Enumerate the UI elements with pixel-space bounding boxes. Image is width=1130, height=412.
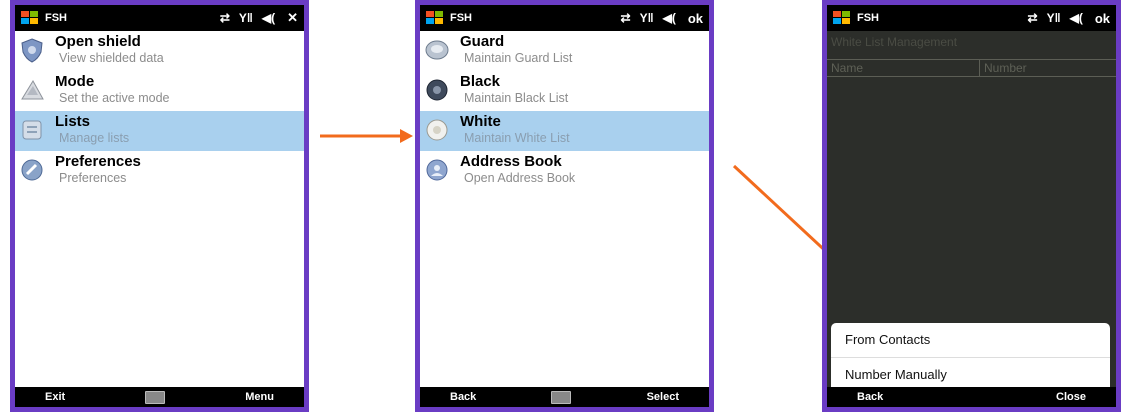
select-softkey[interactable]: Select bbox=[647, 391, 679, 403]
connectivity-icon: ⇄ bbox=[219, 11, 230, 25]
menu-item-open-shield[interactable]: Open shield View shielded data bbox=[15, 31, 304, 71]
connectivity-icon: ⇄ bbox=[1027, 11, 1038, 25]
list-item-subtitle: Maintain Black List bbox=[464, 91, 569, 105]
list-item-title: Black bbox=[460, 73, 501, 90]
list-item-white[interactable]: White Maintain White List bbox=[420, 111, 709, 151]
from-contacts-option[interactable]: From Contacts bbox=[831, 323, 1110, 357]
white-list-icon bbox=[426, 119, 448, 141]
column-header-number[interactable]: Number bbox=[980, 60, 1027, 76]
list-item-subtitle: Open Address Book bbox=[464, 171, 576, 185]
softkey-bar: Back Select bbox=[420, 387, 709, 407]
preferences-icon bbox=[21, 159, 43, 181]
phone-screen-white-list-management: FSH ⇄ Y‖ ◀( ok White List Management Nam… bbox=[822, 0, 1121, 412]
list-item-title: Address Book bbox=[460, 153, 562, 170]
lists-icon bbox=[22, 120, 42, 140]
close-button[interactable]: ✕ bbox=[287, 10, 298, 26]
volume-icon: ◀( bbox=[261, 11, 276, 25]
volume-icon: ◀( bbox=[662, 11, 676, 25]
list-item-title: White bbox=[460, 113, 501, 130]
lists-menu: Guard Maintain Guard List Black Maintain B… bbox=[420, 31, 709, 191]
windows-start-icon[interactable] bbox=[426, 11, 444, 25]
ok-button[interactable]: ok bbox=[688, 11, 703, 26]
exit-softkey[interactable]: Exit bbox=[45, 391, 65, 403]
screen-content: FSH ⇄ Y‖ ◀( ✕ Open shield View shielded d… bbox=[15, 5, 304, 407]
menu-item-subtitle: View shielded data bbox=[59, 51, 164, 65]
menu-item-lists[interactable]: Lists Manage lists bbox=[15, 111, 304, 151]
mode-icon bbox=[21, 80, 44, 100]
list-item-subtitle: Maintain White List bbox=[464, 131, 570, 145]
list-item-subtitle: Maintain Guard List bbox=[464, 51, 573, 65]
status-bar: FSH ⇄ Y‖ ◀( ok bbox=[420, 5, 709, 31]
menu-item-subtitle: Manage lists bbox=[59, 131, 130, 145]
signal-icon: Y‖ bbox=[1046, 11, 1061, 25]
ok-button[interactable]: ok bbox=[1095, 11, 1110, 26]
screen-content: FSH ⇄ Y‖ ◀( ok Guard Maintain Guard List … bbox=[420, 5, 709, 407]
menu-item-title: Open shield bbox=[55, 33, 141, 50]
guard-icon bbox=[425, 40, 449, 60]
windows-start-icon[interactable] bbox=[833, 11, 851, 25]
back-softkey[interactable]: Back bbox=[857, 391, 883, 403]
softkey-bar: Back Close bbox=[827, 387, 1116, 407]
add-entry-popup-menu: From Contacts Number Manually bbox=[831, 323, 1110, 392]
menu-item-mode[interactable]: Mode Set the active mode bbox=[15, 71, 304, 111]
status-bar: FSH ⇄ Y‖ ◀( ok bbox=[827, 5, 1116, 31]
volume-icon: ◀( bbox=[1069, 11, 1083, 25]
menu-item-title: Mode bbox=[55, 73, 95, 90]
list-item-guard[interactable]: Guard Maintain Guard List bbox=[420, 31, 709, 71]
windows-start-icon[interactable] bbox=[21, 11, 39, 25]
signal-icon: Y‖ bbox=[639, 11, 654, 25]
status-bar: FSH ⇄ Y‖ ◀( ✕ bbox=[15, 5, 304, 31]
address-book-icon bbox=[426, 159, 448, 181]
menu-item-preferences[interactable]: Preferences Preferences bbox=[15, 151, 304, 191]
app-title: FSH bbox=[45, 12, 67, 24]
list-item-title: Guard bbox=[460, 33, 505, 50]
column-header-name[interactable]: Name bbox=[827, 60, 980, 76]
black-list-icon bbox=[426, 79, 448, 101]
page-title: White List Management bbox=[831, 35, 958, 49]
signal-icon: Y‖ bbox=[238, 11, 253, 25]
main-menu-list: Open shield View shielded data Mode Set th… bbox=[15, 31, 304, 191]
shield-icon bbox=[21, 38, 43, 63]
connectivity-icon: ⇄ bbox=[620, 11, 631, 25]
menu-item-title: Lists bbox=[55, 113, 91, 130]
list-item-address-book[interactable]: Address Book Open Address Book bbox=[420, 151, 709, 191]
keyboard-icon[interactable] bbox=[551, 390, 572, 404]
menu-item-title: Preferences bbox=[55, 153, 141, 170]
softkey-bar: Exit Menu bbox=[15, 387, 304, 407]
app-title: FSH bbox=[857, 12, 879, 24]
list-item-black[interactable]: Black Maintain Black List bbox=[420, 71, 709, 111]
phone-screen-main-menu: FSH ⇄ Y‖ ◀( ✕ Open shield View shielded d… bbox=[10, 0, 309, 412]
keyboard-icon[interactable] bbox=[145, 390, 166, 404]
flow-arrow-right-icon bbox=[320, 129, 413, 143]
app-title: FSH bbox=[450, 12, 472, 24]
menu-item-subtitle: Preferences bbox=[59, 171, 127, 185]
back-softkey[interactable]: Back bbox=[450, 391, 476, 403]
table-header: Name Number bbox=[827, 59, 1116, 77]
close-softkey[interactable]: Close bbox=[1056, 391, 1086, 403]
menu-item-subtitle: Set the active mode bbox=[59, 91, 170, 105]
screen-content: FSH ⇄ Y‖ ◀( ok White List Management Nam… bbox=[827, 5, 1116, 407]
phone-screen-lists: FSH ⇄ Y‖ ◀( ok Guard Maintain Guard List … bbox=[415, 0, 714, 412]
menu-softkey[interactable]: Menu bbox=[245, 391, 274, 403]
